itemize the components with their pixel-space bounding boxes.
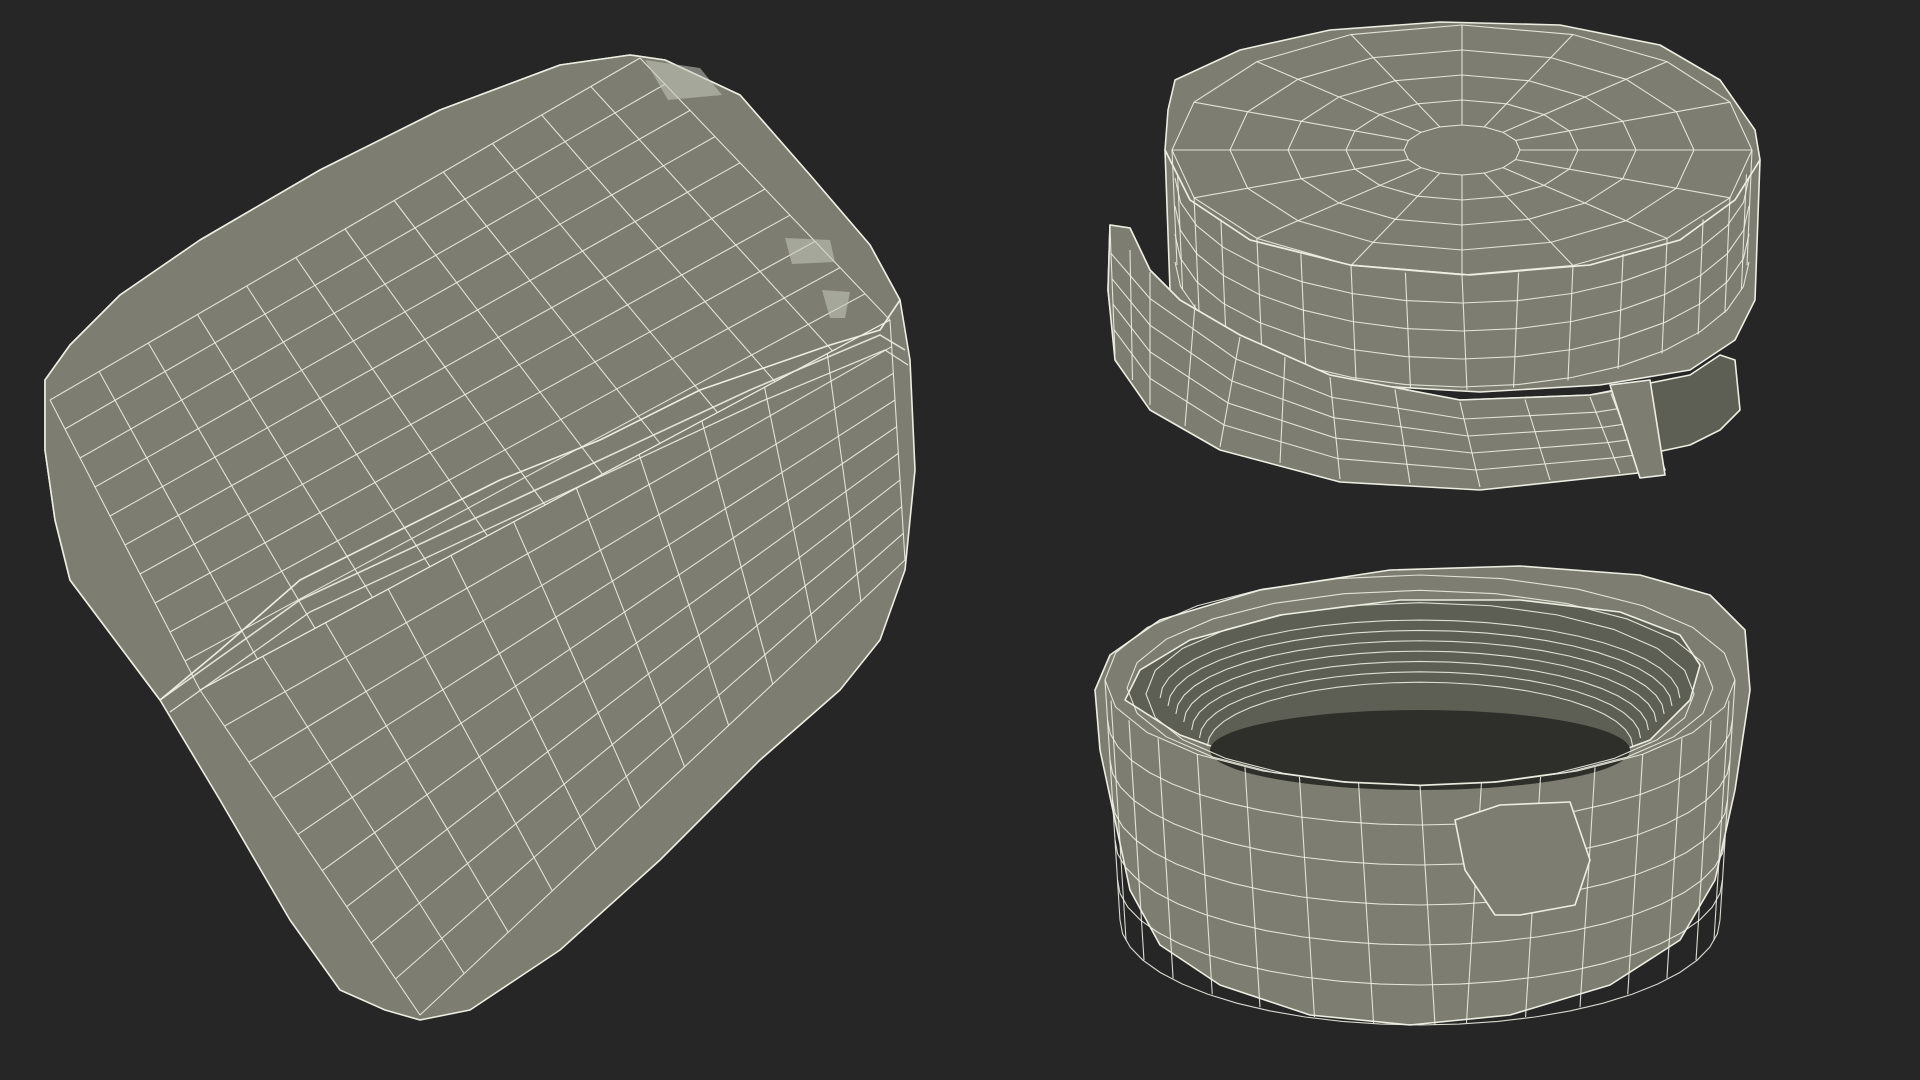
wireframe-render-viewport <box>0 0 1920 1080</box>
body-cap-highlight-patch <box>785 238 835 264</box>
cup-inner-floor <box>1210 710 1630 790</box>
wireframe-lid <box>1107 21 1761 491</box>
wireframe-render-canvas <box>0 0 1920 1080</box>
wireframe-base-cup <box>1094 565 1751 1026</box>
